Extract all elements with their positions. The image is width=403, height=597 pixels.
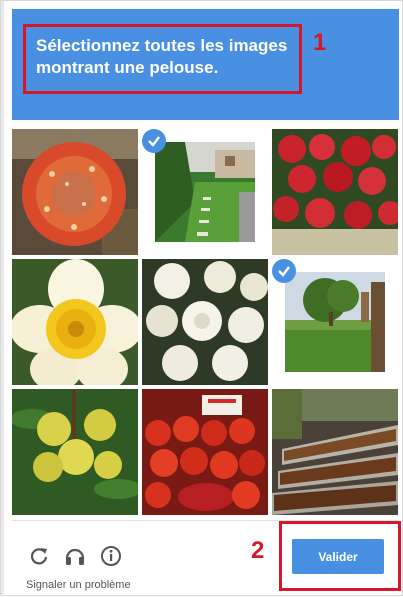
image-tile-7[interactable] (12, 389, 138, 515)
image-tile-6[interactable] (272, 259, 398, 385)
image-tile-9[interactable] (272, 389, 398, 515)
footer-toolbar (27, 544, 123, 568)
tomatoes-image (142, 389, 268, 515)
image-grid (12, 129, 399, 517)
yellow-fruits-image (12, 389, 138, 515)
annotation-marker-1: 1 (313, 29, 327, 56)
tree-lawn-image (285, 272, 385, 372)
annotation-box-verify (279, 521, 401, 591)
food-trays-image (272, 389, 398, 515)
image-tile-4[interactable] (12, 259, 138, 385)
reload-icon[interactable] (27, 544, 51, 568)
image-tile-2[interactable] (142, 129, 268, 255)
image-tile-5[interactable] (142, 259, 268, 385)
red-roses-image (272, 129, 398, 255)
report-problem-link[interactable]: Signaler un problème (26, 579, 131, 591)
info-icon[interactable] (99, 544, 123, 568)
selected-check-icon (272, 259, 296, 283)
annotation-box-instruction (23, 24, 302, 94)
image-tile-1[interactable] (12, 129, 138, 255)
captcha-frame: Sélectionnez toutes les images montrant … (0, 0, 403, 597)
selected-check-icon (142, 129, 166, 153)
image-tile-3[interactable] (272, 129, 398, 255)
daffodil-image (12, 259, 138, 385)
mushroom-image (12, 129, 138, 255)
white-roses-image (142, 259, 268, 385)
annotation-marker-2: 2 (251, 537, 265, 564)
headphones-icon[interactable] (63, 544, 87, 568)
lawn-path-image (155, 142, 255, 242)
side-strip (1, 1, 4, 597)
image-tile-8[interactable] (142, 389, 268, 515)
